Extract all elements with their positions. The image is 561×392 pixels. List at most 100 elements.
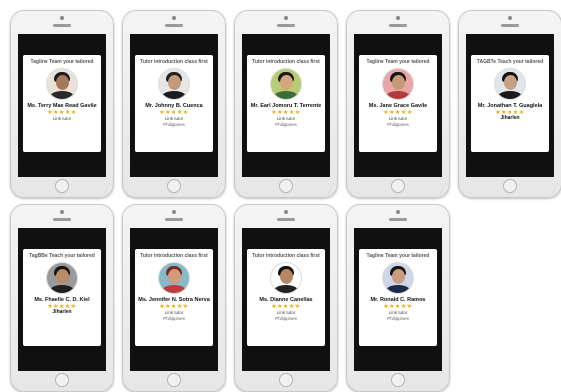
camera-dot-icon — [396, 16, 400, 20]
card-title: Tutor introduction class first — [252, 59, 320, 65]
phone-2: Tutor introduction class first Mr. Johnn… — [122, 10, 226, 198]
home-button[interactable] — [55, 373, 69, 387]
phone-screen: TAGBTe Teach your tailored Mr. Jonathan … — [466, 34, 554, 177]
camera-dot-icon — [508, 16, 512, 20]
card-title: Tutor introduction class first — [252, 253, 320, 259]
phone-screen: Tutor introduction class first Ms. Jenni… — [130, 228, 218, 371]
tutor-avatar — [270, 68, 302, 100]
home-button[interactable] — [391, 373, 405, 387]
tutor-name: Ms. Jennifer N. Sotra Nerva — [138, 297, 210, 303]
avatar-head — [55, 75, 69, 90]
phone-screen: Tutor introduction class first Ms. Diann… — [242, 228, 330, 371]
avatar-body — [49, 91, 75, 99]
avatar-head — [391, 269, 405, 284]
card-title: TagBBe Teach your tailored — [29, 253, 95, 259]
avatar-body — [273, 285, 299, 293]
tutor-location: Philippines — [275, 316, 297, 321]
camera-dot-icon — [60, 16, 64, 20]
tutor-card[interactable]: Tagline Team your tailored Ms. Terry Mae… — [23, 55, 101, 152]
avatar-body — [161, 91, 187, 99]
home-button[interactable] — [55, 179, 69, 193]
card-title: Tagline Team your tailored — [366, 59, 430, 65]
tutor-avatar — [46, 262, 78, 294]
tutor-avatar — [382, 68, 414, 100]
home-button[interactable] — [279, 179, 293, 193]
phone-screen: Tutor introduction class first Mr. Johnn… — [130, 34, 218, 177]
camera-dot-icon — [172, 210, 176, 214]
home-button[interactable] — [167, 373, 181, 387]
camera-dot-icon — [396, 210, 400, 214]
avatar-body — [161, 285, 187, 293]
speaker-icon — [53, 24, 71, 27]
tutor-card[interactable]: Tutor introduction class first Mr. Earl … — [247, 55, 325, 152]
speaker-icon — [277, 218, 295, 221]
speaker-icon — [389, 24, 407, 27]
card-title: Tutor introduction class first — [140, 59, 208, 65]
tutor-location: Jiharlen — [52, 309, 72, 315]
home-button[interactable] — [279, 373, 293, 387]
avatar-body — [273, 91, 299, 99]
phone-7: Tutor introduction class first Ms. Jenni… — [122, 204, 226, 392]
tutor-card[interactable]: TAGBTe Teach your tailored Mr. Jonathan … — [471, 55, 549, 152]
avatar-head — [503, 75, 517, 90]
tutor-card[interactable]: TagBBe Teach your tailored Ms. Fhaelle C… — [23, 249, 101, 346]
speaker-icon — [277, 24, 295, 27]
avatar-head — [167, 75, 181, 90]
phone-4: Tagline Team your tailored Ms. Jane Grac… — [346, 10, 450, 198]
tutor-role: Link tutor — [52, 116, 72, 121]
phone-3: Tutor introduction class first Mr. Earl … — [234, 10, 338, 198]
tutor-location: Philippines — [163, 122, 185, 127]
home-button[interactable] — [503, 179, 517, 193]
tutor-name: Mr. Jonathan T. Guaglela — [477, 103, 543, 109]
camera-dot-icon — [284, 210, 288, 214]
phone-screen: Tagline Team your tailored Mr. Ronald C.… — [354, 228, 442, 371]
tutor-name: Mr. Johnny B. Cuenca — [145, 103, 203, 109]
phone-8: Tutor introduction class first Ms. Diann… — [234, 204, 338, 392]
tutor-name: Ms. Jane Grace Gavile — [368, 103, 428, 109]
home-button[interactable] — [167, 179, 181, 193]
camera-dot-icon — [284, 16, 288, 20]
tutor-location: Philippines — [387, 316, 409, 321]
avatar-head — [391, 75, 405, 90]
phone-9: Tagline Team your tailored Mr. Ronald C.… — [346, 204, 450, 392]
speaker-icon — [389, 218, 407, 221]
avatar-body — [385, 285, 411, 293]
tutor-card[interactable]: Tutor introduction class first Ms. Jenni… — [135, 249, 213, 346]
tutor-location: Philippines — [163, 316, 185, 321]
tutor-avatar — [158, 262, 190, 294]
speaker-icon — [165, 24, 183, 27]
phone-gallery: Tagline Team your tailored Ms. Terry Mae… — [0, 0, 561, 392]
phone-1: Tagline Team your tailored Ms. Terry Mae… — [10, 10, 114, 198]
tutor-name: Ms. Terry Mae Read Gavile — [27, 103, 97, 109]
card-title: Tutor introduction class first — [140, 253, 208, 259]
speaker-icon — [53, 218, 71, 221]
phone-6: TagBBe Teach your tailored Ms. Fhaelle C… — [10, 204, 114, 392]
tutor-name: Ms. Dianne Canellas — [259, 297, 313, 303]
tutor-avatar — [494, 68, 526, 100]
tutor-name: Ms. Fhaelle C. D. Kiel — [34, 297, 90, 303]
card-title: Tagline Team your tailored — [30, 59, 94, 65]
avatar-body — [497, 91, 523, 99]
home-button[interactable] — [391, 179, 405, 193]
card-title: TAGBTe Teach your tailored — [476, 59, 544, 65]
phone-screen: Tagline Team your tailored Ms. Jane Grac… — [354, 34, 442, 177]
avatar-head — [279, 269, 293, 284]
phone-screen: Tutor introduction class first Mr. Earl … — [242, 34, 330, 177]
tutor-location: Jiharlen — [500, 115, 520, 121]
camera-dot-icon — [60, 210, 64, 214]
phone-5: TAGBTe Teach your tailored Mr. Jonathan … — [458, 10, 561, 198]
tutor-location: Philippines — [275, 122, 297, 127]
phone-screen: TagBBe Teach your tailored Ms. Fhaelle C… — [18, 228, 106, 371]
speaker-icon — [501, 24, 519, 27]
tutor-name: Mr. Earl Jomoru T. Terrente — [250, 103, 322, 109]
tutor-avatar — [382, 262, 414, 294]
tutor-card[interactable]: Tagline Team your tailored Ms. Jane Grac… — [359, 55, 437, 152]
camera-dot-icon — [172, 16, 176, 20]
tutor-card[interactable]: Tutor introduction class first Mr. Johnn… — [135, 55, 213, 152]
tutor-card[interactable]: Tutor introduction class first Ms. Diann… — [247, 249, 325, 346]
avatar-head — [55, 269, 69, 284]
avatar-head — [167, 269, 181, 284]
tutor-name: Mr. Ronald C. Ramos — [370, 297, 426, 303]
tutor-avatar — [46, 68, 78, 100]
tutor-card[interactable]: Tagline Team your tailored Mr. Ronald C.… — [359, 249, 437, 346]
